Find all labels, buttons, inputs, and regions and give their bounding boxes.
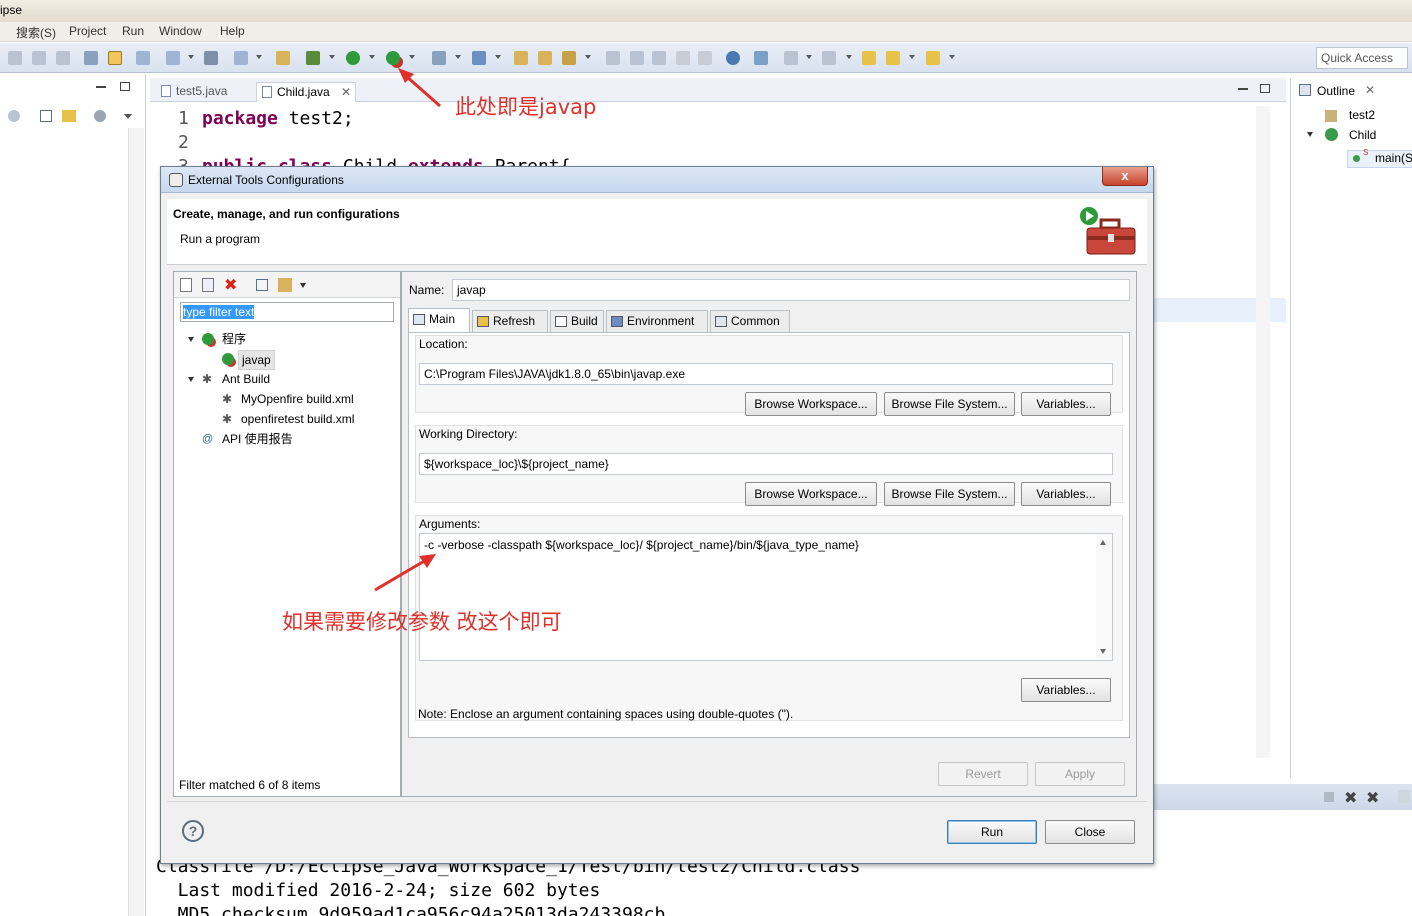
arrow-to-external-tools	[398, 68, 441, 108]
arrow-to-arguments	[374, 554, 436, 592]
toolbar-annotation: 此处即是javap	[455, 95, 597, 119]
arguments-annotation: 如果需要修改参数 改这个即可	[282, 610, 562, 634]
annotation-arrows	[374, 68, 441, 592]
